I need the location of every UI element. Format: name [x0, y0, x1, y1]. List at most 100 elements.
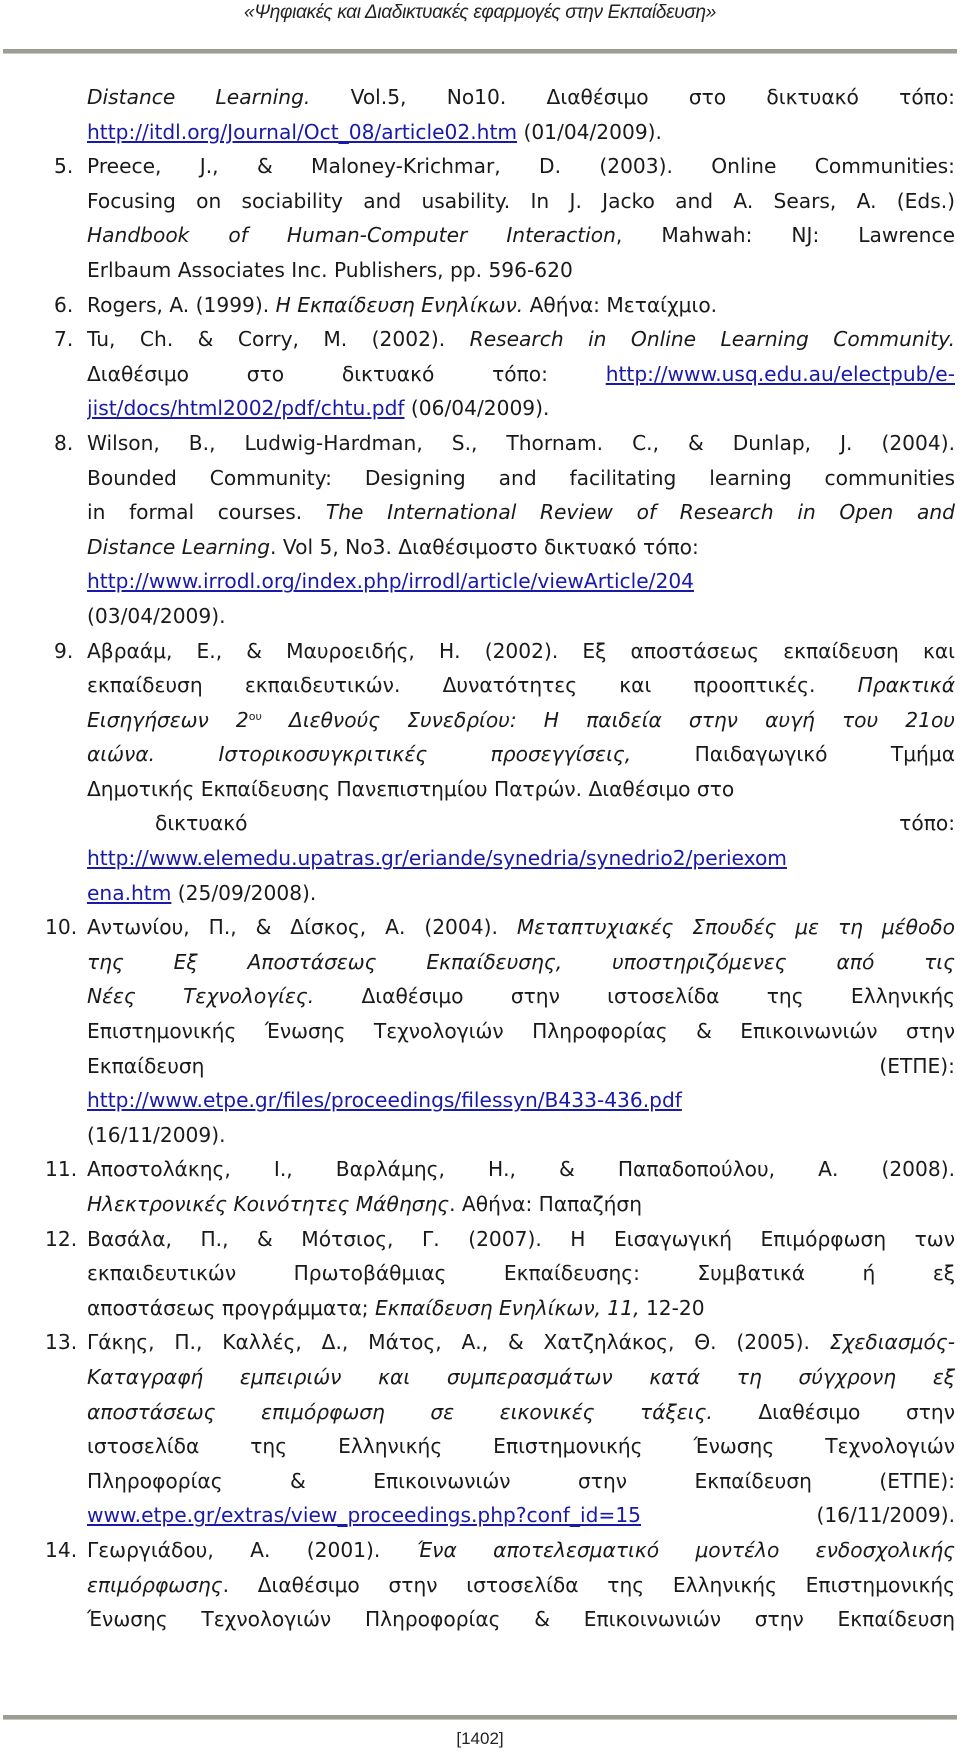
reference-text: Νέες Τεχνολογίες. Διαθέσιμο στην ιστοσελ… — [87, 979, 955, 1014]
reference-line: αποστάσεως προγράμματα; Εκπαίδευση Ενηλί… — [87, 1291, 955, 1326]
reference-line: Πληροφορίας & Επικοινωνιών στην Εκπαίδευ… — [87, 1464, 955, 1499]
reference-link[interactable]: ena.htm — [87, 881, 171, 905]
text-run: Γάκης, Π., Καλλές, Δ., Μάτος, Α., & Χατζ… — [87, 1330, 830, 1355]
text-run: 12-20 — [639, 1295, 705, 1320]
reference-text: Δημοτικής Εκπαίδευσης Πανεπιστημίου Πατρ… — [87, 772, 955, 807]
italic-title: Η Εκπαίδευση Ενηλίκων. — [275, 292, 524, 317]
reference-text: δικτυακό τόπο: — [155, 806, 955, 841]
reference-entry-start: 5. Preece, J., & Maloney-Krichmar, D. (20… — [54, 149, 955, 184]
reference-link[interactable]: http://itdl.org/Journal/Oct_08/article02… — [87, 120, 517, 144]
text-run: αποστάσεως προγράμματα; — [87, 1295, 376, 1320]
reference-text: Εισηγήσεων 2ου Διεθνούς Συνεδρίου: Η παι… — [87, 703, 955, 738]
reference-link[interactable]: http://www.elemedu.upatras.gr/eriande/sy… — [87, 846, 787, 870]
reference-line: εκπαίδευση εκπαιδευτικών. Δυνατότητες κα… — [87, 668, 955, 703]
reference-line: αιώνα. Ιστορικοσυγκριτικές προσεγγίσεις,… — [87, 737, 955, 772]
reference-number: 11. — [45, 1157, 78, 1182]
reference-text: Γεωργιάδου, Α. (2001). Ένα αποτελεσματικ… — [87, 1533, 955, 1568]
reference-line: Distance Learning. Vol.5, No10. Διαθέσιμ… — [87, 80, 955, 115]
reference-text: της Εξ Αποστάσεως Εκπαίδευσης, υποστηριζ… — [87, 945, 955, 980]
italic-title: Πρακτικά — [857, 673, 955, 698]
reference-number: 8. — [54, 430, 74, 455]
reference-text: Πληροφορίας & Επικοινωνιών στην Εκπαίδευ… — [87, 1464, 955, 1499]
text-run: Παιδαγωγικό Τμήμα — [631, 742, 955, 767]
reference-line: Επιστημονικής Ένωσης Τεχνολογιών Πληροφο… — [87, 1014, 955, 1049]
reference-text: εκπαιδευτικών Πρωτοβάθμιας Εκπαίδευσης: … — [87, 1256, 955, 1291]
reference-line: http://itdl.org/Journal/Oct_08/article02… — [87, 115, 955, 150]
text-run: Αβραάμ, Ε., & Μαυροειδής, Η. (2002). Εξ … — [87, 638, 955, 663]
reference-number: 14. — [45, 1537, 78, 1562]
text-run: (01/04/2009). — [517, 119, 662, 144]
reference-entry-start: 8. Wilson, B., Ludwig-Hardman, S., Thorna… — [54, 426, 955, 461]
reference-text: Γάκης, Π., Καλλές, Δ., Μάτος, Α., & Χατζ… — [87, 1325, 955, 1360]
reference-number: 7. — [54, 327, 74, 352]
reference-line: Distance Learning. Vol 5, No3. Διαθέσιμο… — [87, 530, 955, 565]
italic-title: Διεθνούς Συνεδρίου: Η παιδεία στην αυγή … — [261, 707, 955, 732]
reference-text: Ηλεκτρονικές Κοινότητες Μάθησης. Αθήνα: … — [87, 1187, 955, 1222]
reference-entry-start: 12. Βασάλα, Π., & Μότσιος, Γ. (2007). Η Ε… — [45, 1222, 955, 1257]
text-run: . Διαθέσιμο στην ιστοσελίδα της Ελληνική… — [222, 1572, 955, 1597]
text-run: Ένωσης Τεχνολογιών Πληροφορίας & Επικοιν… — [87, 1607, 955, 1632]
reference-text: Handbook of Human-Computer Interaction, … — [87, 218, 955, 253]
reference-line: ιστοσελίδα της Ελληνικής Επιστημονικής Έ… — [87, 1429, 955, 1464]
reference-text: αποστάσεως επιμόρφωση σε εικονικές τάξει… — [87, 1395, 955, 1430]
reference-text: Εκπαίδευση (ΕΤΠΕ): — [87, 1049, 955, 1084]
text-run: (03/04/2009). — [87, 603, 226, 628]
italic-title: Distance Learning. — [87, 85, 311, 109]
italic-title: επιμόρφωσης — [87, 1572, 223, 1597]
reference-text: Tu, Ch. & Corry, M. (2002). Research in … — [87, 322, 955, 357]
reference-link[interactable]: http://www.irrodl.org/index.php/irrodl/a… — [87, 569, 694, 593]
reference-text: in formal courses. The International Rev… — [87, 495, 955, 530]
italic-title: Εισηγήσεων 2 — [87, 707, 249, 732]
text-run: Δημοτικής Εκπαίδευσης Πανεπιστημίου Πατρ… — [87, 776, 735, 801]
reference-number: 10. — [45, 915, 78, 940]
text-run: (16/11/2009). — [641, 1503, 955, 1528]
reference-entry-start: 11. Αποστολάκης, Ι., Βαρλάμης, Η., & Παπα… — [45, 1152, 955, 1187]
running-header: «Ψηφιακές και Διαδικτυακές εφαρμογές στη… — [244, 2, 716, 23]
text-run: Preece, J., & Maloney-Krichmar, D. (2003… — [87, 154, 955, 179]
reference-number: 13. — [45, 1330, 78, 1355]
reference-text: http://www.irrodl.org/index.php/irrodl/a… — [87, 564, 955, 599]
reference-text: Distance Learning. Vol 5, No3. Διαθέσιμο… — [87, 530, 955, 565]
reference-text: Διαθέσιμο στο δικτυακό τόπο: http://www.… — [87, 357, 955, 392]
reference-entry-start: 9. Αβραάμ, Ε., & Μαυροειδής, Η. (2002). Ε… — [54, 634, 955, 669]
reference-text: Preece, J., & Maloney-Krichmar, D. (2003… — [87, 149, 955, 184]
reference-text: Αποστολάκης, Ι., Βαρλάμης, Η., & Παπαδοπ… — [87, 1152, 955, 1187]
reference-text: http://itdl.org/Journal/Oct_08/article02… — [87, 115, 955, 150]
italic-title: Handbook of Human-Computer Interaction — [87, 223, 616, 248]
reference-line: http://www.irrodl.org/index.php/irrodl/a… — [87, 564, 955, 599]
italic-title: Ένα αποτελεσματικό μοντέλο ενδοσχολικής — [416, 1537, 955, 1562]
reference-text: Wilson, B., Ludwig-Hardman, S., Thornam.… — [87, 426, 955, 461]
reference-number: 9. — [54, 638, 74, 663]
reference-link[interactable]: http://www.etpe.gr/files/proceedings/fil… — [87, 1088, 682, 1112]
text-run: . Αθήνα: Παπαζήση — [449, 1192, 642, 1216]
reference-text: Ένωσης Τεχνολογιών Πληροφορίας & Επικοιν… — [87, 1602, 955, 1637]
reference-text: Rogers, A. (1999). Η Εκπαίδευση Ενηλίκων… — [87, 288, 955, 323]
reference-number: 12. — [45, 1226, 78, 1251]
reference-line: της Εξ Αποστάσεως Εκπαίδευσης, υποστηριζ… — [87, 945, 955, 980]
reference-entry-start: 6. Rogers, A. (1999). Η Εκπαίδευση Ενηλίκ… — [54, 288, 955, 323]
reference-line: Bounded Community: Designing and facilit… — [87, 461, 955, 496]
reference-line: Focusing on sociability and usability. I… — [87, 184, 955, 219]
reference-line: εκπαιδευτικών Πρωτοβάθμιας Εκπαίδευσης: … — [87, 1256, 955, 1291]
italic-title: Νέες Τεχνολογίες. — [87, 984, 315, 1009]
reference-line: (16/11/2009). — [87, 1118, 955, 1153]
italic-title: The International Review of Research in … — [325, 500, 955, 525]
text-run: Βασάλα, Π., & Μότσιος, Γ. (2007). Η Εισα… — [87, 1226, 955, 1251]
reference-link[interactable]: http://www.usq.edu.au/electpub/e- — [606, 362, 955, 386]
footer-rule — [3, 1715, 957, 1720]
italic-title: Μεταπτυχιακές Σπουδές με τη μέθοδο — [516, 915, 955, 940]
reference-line: Ένωσης Τεχνολογιών Πληροφορίας & Επικοιν… — [87, 1602, 955, 1637]
reference-number: 5. — [54, 154, 74, 179]
reference-text: http://www.elemedu.upatras.gr/eriande/sy… — [87, 841, 955, 876]
text-run: (06/04/2009). — [404, 396, 550, 421]
italic-title: Εκπαίδευση Ενηλίκων, 11, — [375, 1295, 640, 1320]
reference-link[interactable]: jist/docs/html2002/pdf/chtu.pdf — [87, 396, 405, 420]
text-run: Διαθέσιμο στην ιστοσελίδα της Ελληνικής — [314, 984, 955, 1009]
text-run: Γεωργιάδου, Α. (2001). — [87, 1537, 417, 1562]
reference-text: jist/docs/html2002/pdf/chtu.pdf (06/04/2… — [87, 391, 955, 426]
reference-link[interactable]: www.etpe.gr/extras/view_proceedings.php?… — [87, 1503, 641, 1527]
reference-line: δικτυακό τόπο: — [87, 806, 955, 841]
reference-line: Erlbaum Associates Inc. Publishers, pp. … — [87, 253, 955, 288]
reference-entry-start: 7. Tu, Ch. & Corry, M. (2002). Research i… — [54, 322, 955, 357]
italic-title: Research in Online Learning Community. — [469, 327, 955, 352]
